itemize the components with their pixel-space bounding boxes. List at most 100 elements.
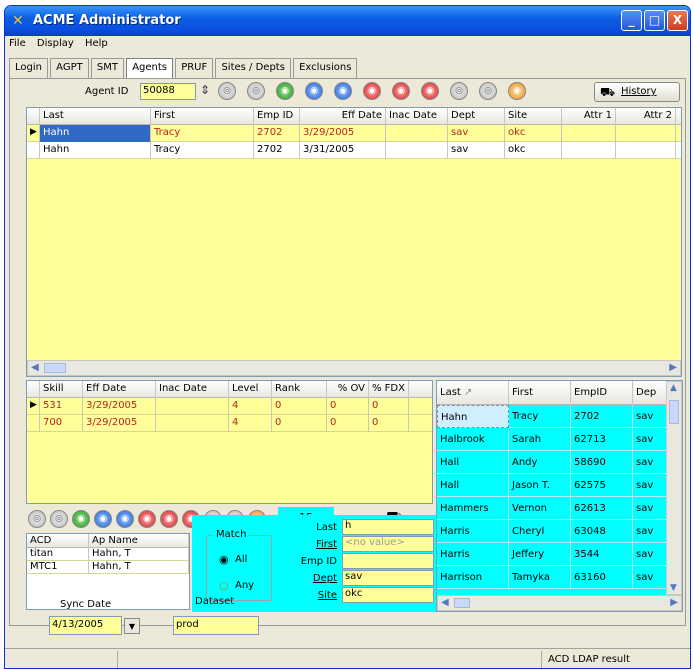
first-record-icon[interactable]: ◎: [218, 82, 236, 100]
col-acd[interactable]: ACD: [27, 534, 89, 548]
close-button[interactable]: X: [667, 10, 688, 31]
delete-icon[interactable]: ◉: [363, 82, 381, 100]
cell-first[interactable]: Tracy: [151, 125, 254, 142]
menu-file[interactable]: File: [5, 36, 30, 51]
cell-skill[interactable]: 700: [40, 415, 83, 432]
cell-rank[interactable]: 0: [272, 398, 327, 415]
sync-date-input[interactable]: 4/13/2005: [49, 616, 122, 635]
horizontal-scrollbar[interactable]: ◀ ▶: [27, 360, 681, 376]
scroll-left-icon[interactable]: ◀: [31, 362, 39, 373]
scroll-right-icon[interactable]: ▶: [669, 362, 677, 373]
cell-ap-name[interactable]: Hahn, T: [89, 548, 189, 561]
tab-login[interactable]: Login: [9, 58, 48, 78]
cell-pct-ov[interactable]: 0: [327, 415, 369, 432]
col-rank[interactable]: Rank: [272, 381, 327, 398]
dataset-input[interactable]: prod: [173, 616, 259, 635]
list-item[interactable]: Harris Cheryl 63048 sav: [437, 520, 682, 543]
table-row[interactable]: ▶ 531 3/29/2005 4 0 0 0: [27, 398, 432, 415]
col-emp-id[interactable]: Emp ID: [254, 108, 300, 125]
cell-ap-name[interactable]: Hahn, T: [89, 561, 189, 574]
col-attr-1[interactable]: Attr 1: [562, 108, 616, 125]
cell-inac-date[interactable]: [156, 398, 229, 415]
list-item[interactable]: Hall Jason T. 62575 sav: [437, 474, 682, 497]
cell-list-empid[interactable]: 3544: [571, 543, 633, 566]
col-list-dept[interactable]: Dep: [633, 381, 669, 405]
cell-list-first[interactable]: Andy: [509, 451, 571, 474]
cell-pct-fdx[interactable]: 0: [369, 415, 409, 432]
list-item[interactable]: Harrison Tamyka 63160 sav: [437, 566, 682, 589]
cell-attr-1[interactable]: [562, 125, 616, 142]
col-pct-ov[interactable]: % OV: [327, 381, 369, 398]
edit-skill-icon[interactable]: ◉: [94, 510, 112, 528]
menu-help[interactable]: Help: [81, 36, 112, 51]
cell-list-dept[interactable]: sav: [633, 405, 669, 428]
search-dept-input[interactable]: sav: [342, 570, 434, 586]
col-skill-eff-date[interactable]: Eff Date: [83, 381, 156, 398]
cell-eff-date[interactable]: 3/29/2005: [83, 398, 156, 415]
cell-dept[interactable]: sav: [448, 142, 505, 159]
next-record-icon[interactable]: ◎: [450, 82, 468, 100]
cell-attr-2[interactable]: [616, 125, 676, 142]
col-first[interactable]: First: [151, 108, 254, 125]
cell-pct-fdx[interactable]: 0: [369, 398, 409, 415]
scroll-up-icon[interactable]: ▲: [670, 383, 677, 393]
cell-list-first[interactable]: Vernon: [509, 497, 571, 520]
list-horizontal-scrollbar[interactable]: ◀ ▶: [437, 595, 682, 611]
cell-list-empid[interactable]: 62713: [571, 428, 633, 451]
cell-pct-ov[interactable]: 0: [327, 398, 369, 415]
tab-pruf[interactable]: PRUF: [175, 58, 214, 78]
cell-list-empid[interactable]: 62575: [571, 474, 633, 497]
match-any-radio[interactable]: ○: [219, 579, 229, 592]
cell-skill[interactable]: 531: [40, 398, 83, 415]
col-dept[interactable]: Dept: [448, 108, 505, 125]
cell-list-dept[interactable]: sav: [633, 428, 669, 451]
scroll-thumb[interactable]: [669, 400, 679, 424]
scroll-left-icon[interactable]: ◀: [441, 597, 449, 608]
tab-smt[interactable]: SMT: [90, 58, 125, 78]
col-list-last[interactable]: Last ↗: [437, 381, 509, 405]
table-row[interactable]: 700 3/29/2005 4 0 0 0: [27, 415, 432, 432]
cell-list-last[interactable]: Harris: [437, 543, 509, 566]
cell-acd[interactable]: MTC1: [27, 561, 89, 574]
maximize-button[interactable]: □: [644, 10, 665, 31]
agent-id-input[interactable]: 50088: [140, 83, 196, 100]
list-item[interactable]: Hall Andy 58690 sav: [437, 451, 682, 474]
cell-site[interactable]: okc: [505, 125, 562, 142]
col-level[interactable]: Level: [229, 381, 272, 398]
cancel-icon[interactable]: ◉: [392, 82, 410, 100]
scroll-thumb[interactable]: [454, 598, 470, 608]
prev-skill-icon[interactable]: ◎: [50, 510, 68, 528]
col-pct-fdx[interactable]: % FDX: [369, 381, 409, 398]
tab-sites-depts[interactable]: Sites / Depts: [215, 58, 291, 78]
scroll-right-icon[interactable]: ▶: [670, 597, 678, 608]
cell-list-last[interactable]: Hahn: [437, 405, 509, 428]
cell-list-last[interactable]: Harrison: [437, 566, 509, 589]
first-skill-icon[interactable]: ◎: [28, 510, 46, 528]
cell-list-dept[interactable]: sav: [633, 520, 669, 543]
history-button[interactable]: ⛟ History: [594, 82, 680, 102]
cell-eff-date[interactable]: 3/31/2005: [300, 142, 386, 159]
add-skill-icon[interactable]: ◉: [72, 510, 90, 528]
cell-eff-date[interactable]: 3/29/2005: [83, 415, 156, 432]
cell-dept[interactable]: sav: [448, 125, 505, 142]
vertical-scrollbar[interactable]: ▲ ▼: [666, 381, 682, 595]
cell-list-last[interactable]: Hall: [437, 451, 509, 474]
tab-exclusions[interactable]: Exclusions: [293, 58, 358, 78]
cell-attr-1[interactable]: [562, 142, 616, 159]
search-empid-input[interactable]: [342, 553, 434, 569]
cell-list-dept[interactable]: sav: [633, 497, 669, 520]
cell-list-empid[interactable]: 58690: [571, 451, 633, 474]
col-attr-2[interactable]: Attr 2: [616, 108, 676, 125]
search-last-input[interactable]: h: [342, 519, 434, 535]
col-skill[interactable]: Skill: [40, 381, 83, 398]
table-row[interactable]: ▶ Hahn Tracy 2702 3/29/2005 sav okc: [27, 125, 681, 142]
remove-icon[interactable]: ◉: [421, 82, 439, 100]
cell-last[interactable]: Hahn: [40, 142, 151, 159]
col-skill-inac-date[interactable]: Inac Date: [156, 381, 229, 398]
cell-rank[interactable]: 0: [272, 415, 327, 432]
cell-acd[interactable]: titan: [27, 548, 89, 561]
col-ap-name[interactable]: Ap Name: [89, 534, 189, 548]
cell-attr-2[interactable]: [616, 142, 676, 159]
cell-level[interactable]: 4: [229, 415, 272, 432]
cell-list-first[interactable]: Jason T.: [509, 474, 571, 497]
